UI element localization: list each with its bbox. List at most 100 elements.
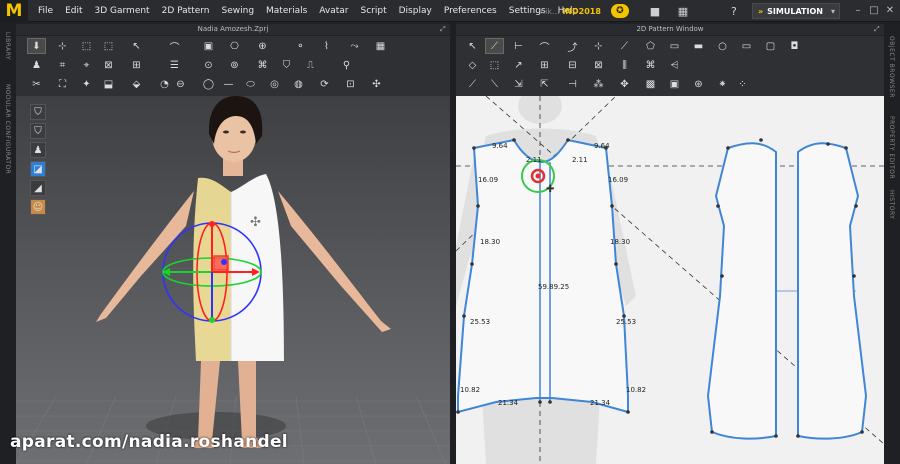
stitch-icon[interactable]: ⤳ <box>346 39 363 53</box>
menu-3d-garment[interactable]: 3D Garment <box>89 6 156 16</box>
knit-icon[interactable]: ⊛ <box>690 77 707 91</box>
button-tool-icon[interactable]: ⊙ <box>200 58 217 72</box>
avatar-face-icon[interactable]: ☺ <box>30 199 46 215</box>
internal-rect-icon[interactable]: ▢ <box>762 39 779 53</box>
menu-script[interactable]: Script <box>355 6 393 16</box>
graphic-icon[interactable]: ⬓ <box>100 77 117 91</box>
fold-arrange-icon[interactable]: ⎔ <box>226 39 243 53</box>
shadow-display-icon[interactable]: ◢ <box>30 180 46 196</box>
viewport-3d[interactable]: ✣ ⛉ ⛉ ♟ ◪ ◢ ☺ <box>16 96 450 464</box>
tape-icon[interactable]: ⊠ <box>100 58 117 72</box>
avatar-tool-icon[interactable]: ♟ <box>28 58 45 72</box>
line-icon[interactable]: — <box>220 77 237 91</box>
dart-icon[interactable]: ◇ <box>464 58 481 72</box>
curvature-icon[interactable]: ⤴ <box>564 39 581 54</box>
seam-allowance-icon[interactable]: ⊠ <box>590 58 607 72</box>
garment-icon[interactable]: ▣ <box>200 39 217 53</box>
select-move-icon[interactable]: ⬇ <box>27 38 46 54</box>
graphic-2d-icon[interactable]: ▣ <box>666 77 683 91</box>
pleat-icon[interactable]: ⊣ <box>564 77 581 91</box>
notch-icon[interactable]: ⫼ <box>616 58 633 72</box>
internal-circle-icon[interactable]: ◘ <box>786 39 803 53</box>
expand-2d-icon[interactable]: ⤢ <box>874 25 880 34</box>
curve-point-icon[interactable]: ⌒ <box>536 39 553 54</box>
move-3d-icon[interactable]: ✣ <box>368 77 385 91</box>
app-logo[interactable]: M <box>0 0 28 22</box>
mesh-icon[interactable]: ⁕ <box>714 77 731 91</box>
menu-edit[interactable]: Edit <box>59 6 88 16</box>
baseline-icon[interactable]: ⩤ <box>666 58 683 72</box>
free-sew-icon[interactable]: ⊟ <box>564 58 581 72</box>
hang-loop-icon[interactable]: ◍ <box>290 77 307 91</box>
highlight-icon[interactable]: ⁘ <box>734 77 751 91</box>
menu-preferences[interactable]: Preferences <box>438 6 503 16</box>
shirt-tool-icon[interactable]: ⚬ <box>292 39 309 53</box>
box-select-icon[interactable]: ⬚ <box>78 39 95 53</box>
menu-sewing[interactable]: Sewing <box>216 6 261 16</box>
ring-icon[interactable]: ◎ <box>266 77 283 91</box>
credit-icon[interactable]: ✪ <box>610 4 629 18</box>
grid-icon[interactable]: ▦ <box>672 3 694 19</box>
snap-icon[interactable]: ⟳ <box>316 77 333 91</box>
minimize-icon[interactable]: – <box>852 4 864 16</box>
tack-icon[interactable]: ⊕ <box>254 39 271 53</box>
tab-library[interactable]: LIBRARY <box>4 32 11 60</box>
slash-spread-icon[interactable]: ⇱ <box>536 77 553 91</box>
pants-icon[interactable]: ⎍ <box>302 58 319 72</box>
texture-display-icon[interactable]: ◪ <box>30 161 46 177</box>
menu-file[interactable]: File <box>32 6 59 16</box>
bag-icon[interactable]: ⚲ <box>338 58 355 72</box>
transform-icon[interactable]: ⊡ <box>342 77 359 91</box>
measure-icon[interactable]: ⌖ <box>78 58 95 72</box>
buttonhole-icon[interactable]: ⊚ <box>226 58 243 72</box>
edit-pattern-icon[interactable]: ⟋ <box>485 38 504 54</box>
tab-history[interactable]: HISTORY <box>888 190 895 219</box>
measure-2d-icon[interactable]: ⇲ <box>510 77 527 91</box>
zipper-2d-icon[interactable]: ⁂ <box>590 77 607 91</box>
circle-icon[interactable]: ◯ <box>200 77 217 91</box>
internal-polygon-icon[interactable]: ▭ <box>738 39 755 53</box>
split-line-icon[interactable]: ⟋ <box>616 39 633 53</box>
grade-icon[interactable]: ↗ <box>510 58 527 72</box>
tab-property-editor[interactable]: PROPERTY EDITOR <box>888 116 895 179</box>
circle-pattern-icon[interactable]: ○ <box>714 39 731 53</box>
texture-2d-icon[interactable]: ▩ <box>642 77 659 91</box>
chevron-down-icon[interactable]: ▾ <box>831 7 835 16</box>
polygon-icon[interactable]: ⬠ <box>642 39 659 53</box>
strap-icon[interactable]: ⊞ <box>128 58 145 72</box>
close-icon[interactable]: ✕ <box>884 4 896 16</box>
menu-display[interactable]: Display <box>393 6 438 16</box>
fold-line-icon[interactable]: ⌘ <box>642 58 659 72</box>
dot-icon[interactable]: ⊖ <box>172 77 189 91</box>
transform-pattern-icon[interactable]: ↖ <box>464 39 481 53</box>
avatar-display-icon[interactable]: ⛉ <box>30 104 46 120</box>
shirring-icon[interactable]: ✥ <box>616 77 633 91</box>
tshirt-icon[interactable]: ⛉ <box>278 58 295 72</box>
speaker-icon[interactable]: ■ <box>644 3 666 19</box>
arrange-icon[interactable]: ↖ <box>128 39 145 53</box>
topstitch-icon[interactable]: ✂ <box>28 77 45 91</box>
fabric-icon[interactable]: ⛶ <box>54 77 71 91</box>
fitting-icon[interactable]: ⌘ <box>254 58 271 72</box>
menu-materials[interactable]: Materials <box>260 6 313 16</box>
lasso-icon[interactable]: ⬚ <box>100 39 117 53</box>
menu-2d-pattern[interactable]: 2D Pattern <box>156 6 216 16</box>
texture-icon[interactable]: ✦ <box>78 77 95 91</box>
line-tool-icon[interactable]: ⟋ <box>464 77 481 91</box>
avatar-body-icon[interactable]: ♟ <box>30 142 46 158</box>
ruler-icon[interactable]: ⟍ <box>486 77 503 91</box>
eraser-icon[interactable]: ⬭ <box>242 77 259 91</box>
zipper-icon[interactable]: ☰ <box>166 58 183 72</box>
edit-point-icon[interactable]: ⊢ <box>510 39 527 53</box>
expand-3d-icon[interactable]: ⤢ <box>440 25 446 34</box>
sew-tool-icon[interactable]: ⌇ <box>318 39 335 53</box>
puckering-icon[interactable]: ◔ <box>156 77 173 91</box>
viewport-2d[interactable]: ✚ 9.64 9.64 16.09 16.09 18.30 18.30 25.5… <box>456 96 884 464</box>
tab-object-browser[interactable]: OBJECT BROWSER <box>888 36 895 98</box>
trace-icon[interactable]: ⬚ <box>486 58 503 72</box>
pin-icon[interactable]: ⊹ <box>54 39 71 53</box>
segment-icon[interactable]: ▦ <box>372 39 389 53</box>
simulation-button[interactable]: » SIMULATION ▾ <box>752 3 840 19</box>
rectangle-icon[interactable]: ▭ <box>666 39 683 53</box>
segment-sew-icon[interactable]: ⊞ <box>536 58 553 72</box>
